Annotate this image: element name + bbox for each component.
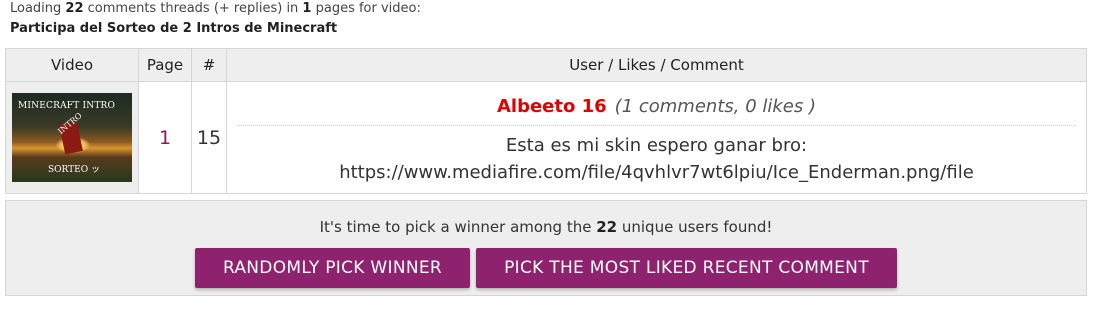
threads-count: 22 [65,1,84,16]
user-line: Albeeto 16 (1 comments, 0 likes ) [237,89,1076,125]
header-number: # [191,48,227,82]
header-video: Video [5,48,139,82]
winner-message: It's time to pick a winner among the 22 … [6,217,1086,237]
status-middle: comments threads (+ replies) in [83,1,303,16]
divider [237,125,1076,126]
video-thumbnail[interactable]: MINECRAFT INTRO INTRO SORTEO ッ [12,93,132,182]
user-stats: (1 comments, 0 likes ) [614,96,817,117]
comment-text-line1: Esta es mi skin espero ganar bro: [505,135,808,156]
video-title: Participa del Sorteo de 2 Intros de Mine… [10,21,338,36]
header-page: Page [138,48,192,82]
pick-most-liked-comment-button[interactable]: PICK THE MOST LIKED RECENT COMMENT [476,248,897,288]
page-cell: 1 [138,81,192,194]
unique-users-count: 22 [596,218,618,236]
number-cell: 15 [191,81,227,194]
status-prefix: Loading [10,1,66,16]
header-user-likes-comment: User / Likes / Comment [226,48,1087,82]
thumbnail-text-title: MINECRAFT INTRO [18,101,116,111]
table-header-row: Video Page # User / Likes / Comment [5,48,1087,82]
winner-msg-suffix: unique users found! [617,218,773,236]
thumbnail-text-sorteo: SORTEO ッ [48,165,100,175]
comment-text-line2: https://www.mediafire.com/file/4qvhlvr7w… [339,162,974,183]
video-cell: MINECRAFT INTRO INTRO SORTEO ッ [5,81,139,194]
username-link[interactable]: Albeeto 16 [497,96,607,117]
winner-msg-prefix: It's time to pick a winner among the [319,218,597,236]
winner-panel: It's time to pick a winner among the 22 … [5,200,1087,296]
status-suffix: pages for video: [311,1,421,16]
comments-table: Video Page # User / Likes / Comment MINE… [5,48,1087,194]
randomly-pick-winner-button[interactable]: RANDOMLY PICK WINNER [195,248,470,288]
comment-cell: Albeeto 16 (1 comments, 0 likes ) Esta es… [226,81,1087,194]
loading-status: Loading 22 comments threads (+ replies) … [10,0,421,17]
table-row: MINECRAFT INTRO INTRO SORTEO ッ 1 15 Albe… [5,81,1087,194]
